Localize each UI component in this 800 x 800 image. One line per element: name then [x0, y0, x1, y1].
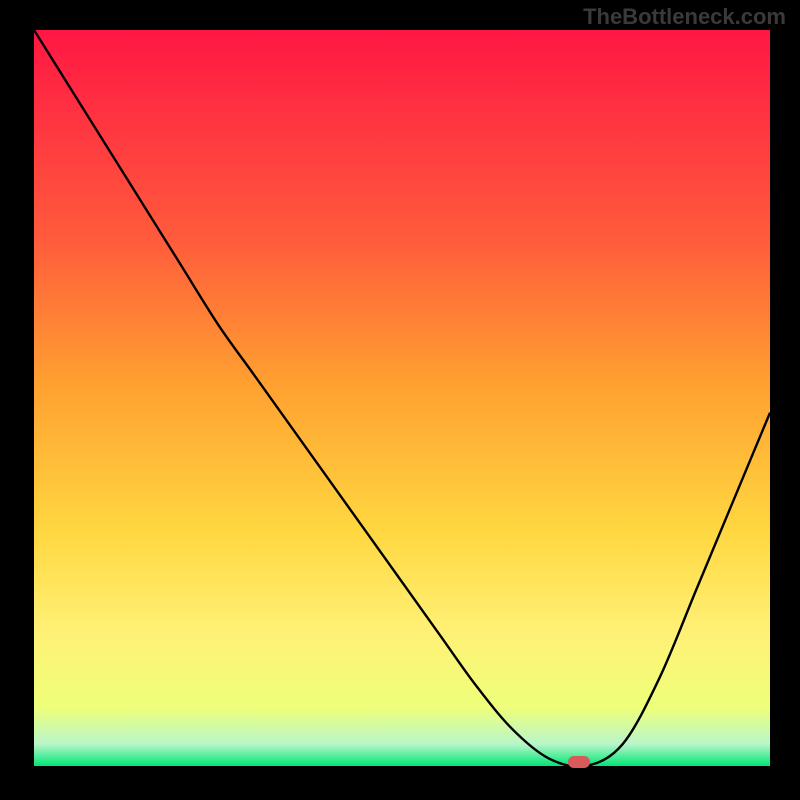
curve-line: [34, 30, 770, 766]
chart-container: TheBottleneck.com: [0, 0, 800, 800]
watermark-text: TheBottleneck.com: [583, 4, 786, 30]
optimal-point-marker: [568, 756, 590, 768]
plot-area: [34, 30, 770, 766]
